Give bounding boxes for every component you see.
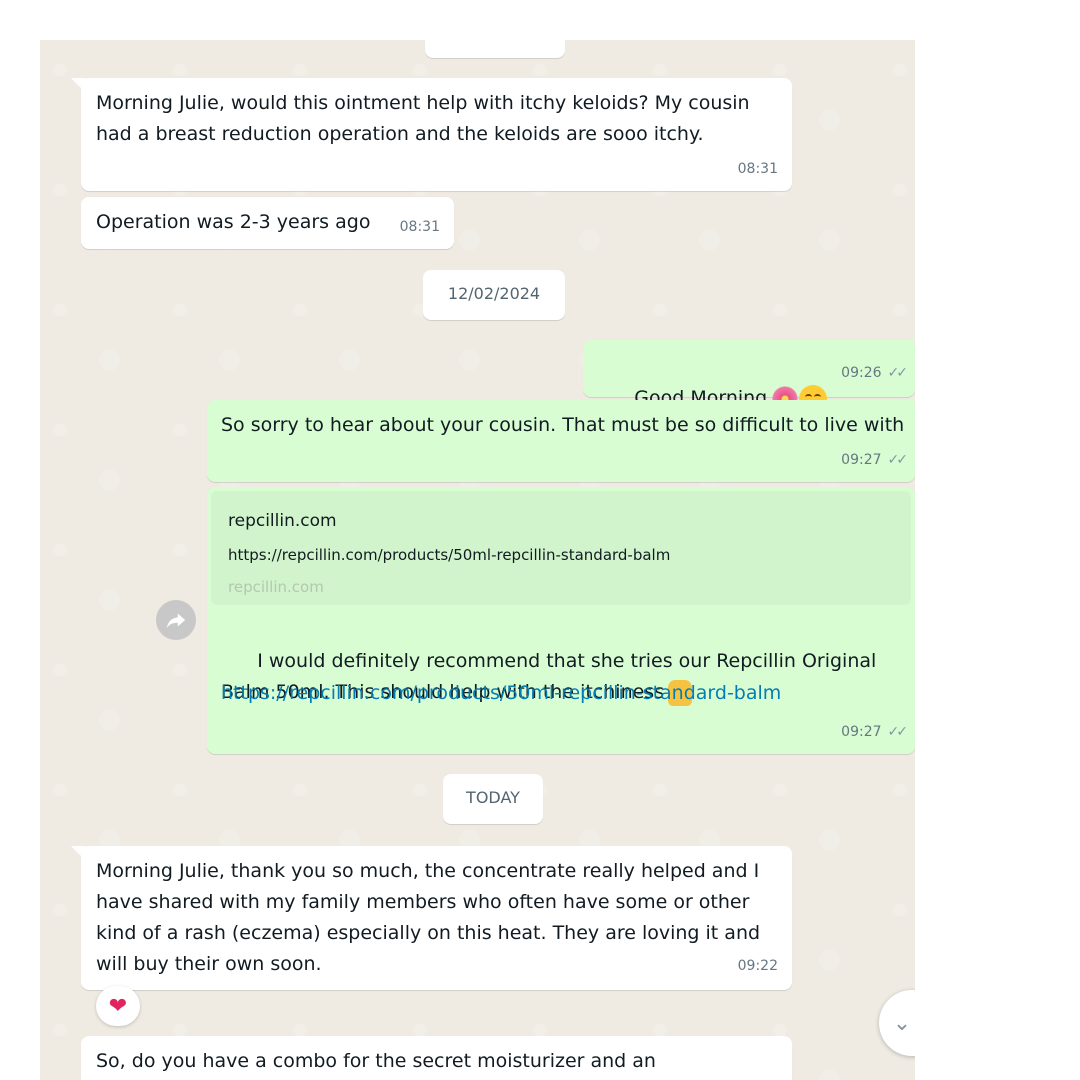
message-text: Operation was 2-3 years ago — [96, 211, 371, 233]
heart-icon: ❤ — [108, 993, 128, 1019]
incoming-message[interactable]: So, do you have a combo for the secret m… — [81, 1036, 792, 1080]
incoming-message[interactable]: Morning Julie, thank you so much, the co… — [81, 846, 792, 990]
message-time-text: 09:27 — [841, 452, 882, 468]
forward-icon — [166, 613, 186, 629]
link-preview-domain: repcillin.com — [228, 578, 324, 596]
message-time: 09:26 ✓✓ — [841, 358, 909, 389]
message-time: 09:27 ✓✓ — [841, 717, 909, 748]
message-link[interactable]: https://repcillin.com/products/50ml-repc… — [221, 678, 781, 709]
date-separator: 12/02/2024 — [423, 270, 565, 320]
chevron-down-icon: ⌄ — [892, 1010, 912, 1036]
message-text: So, do you have a combo for the secret m… — [96, 1050, 656, 1072]
incoming-message[interactable]: Morning Julie, would this ointment help … — [81, 78, 792, 191]
date-separator-partial — [425, 40, 565, 58]
heart-reaction[interactable]: ❤ — [96, 986, 140, 1026]
message-text: I would definitely recommend that she tr… — [221, 615, 901, 739]
forward-button[interactable] — [156, 600, 196, 640]
incoming-message[interactable]: Operation was 2-3 years ago 08:31 — [81, 197, 454, 249]
double-check-icon: ✓✓ — [887, 365, 909, 381]
chat-pane[interactable]: Morning Julie, would this ointment help … — [40, 40, 915, 1080]
message-time: 08:31 — [737, 161, 778, 177]
link-preview-title: repcillin.com — [228, 511, 337, 531]
message-time: 08:31 — [399, 219, 440, 235]
outgoing-message[interactable]: Good Morning 09:26 ✓✓ — [583, 340, 915, 413]
message-time: 09:22 — [737, 958, 778, 974]
message-text: Morning Julie, would this ointment help … — [96, 92, 756, 145]
outgoing-message-with-link[interactable]: repcillin.com https://repcillin.com/prod… — [207, 487, 915, 754]
message-time: 09:27 ✓✓ — [841, 445, 909, 476]
double-check-icon: ✓✓ — [887, 452, 909, 468]
double-check-icon: ✓✓ — [887, 724, 909, 740]
message-text: So sorry to hear about your cousin. That… — [221, 414, 905, 436]
message-time-text: 09:26 — [841, 365, 882, 381]
link-preview-url: https://repcillin.com/products/50ml-repc… — [228, 546, 671, 564]
message-time-text: 09:27 — [841, 724, 882, 740]
outgoing-message[interactable]: So sorry to hear about your cousin. That… — [207, 400, 915, 482]
link-preview[interactable]: repcillin.com https://repcillin.com/prod… — [211, 491, 911, 605]
date-separator: TODAY — [443, 774, 543, 824]
message-text: Morning Julie, thank you so much, the co… — [96, 860, 767, 975]
